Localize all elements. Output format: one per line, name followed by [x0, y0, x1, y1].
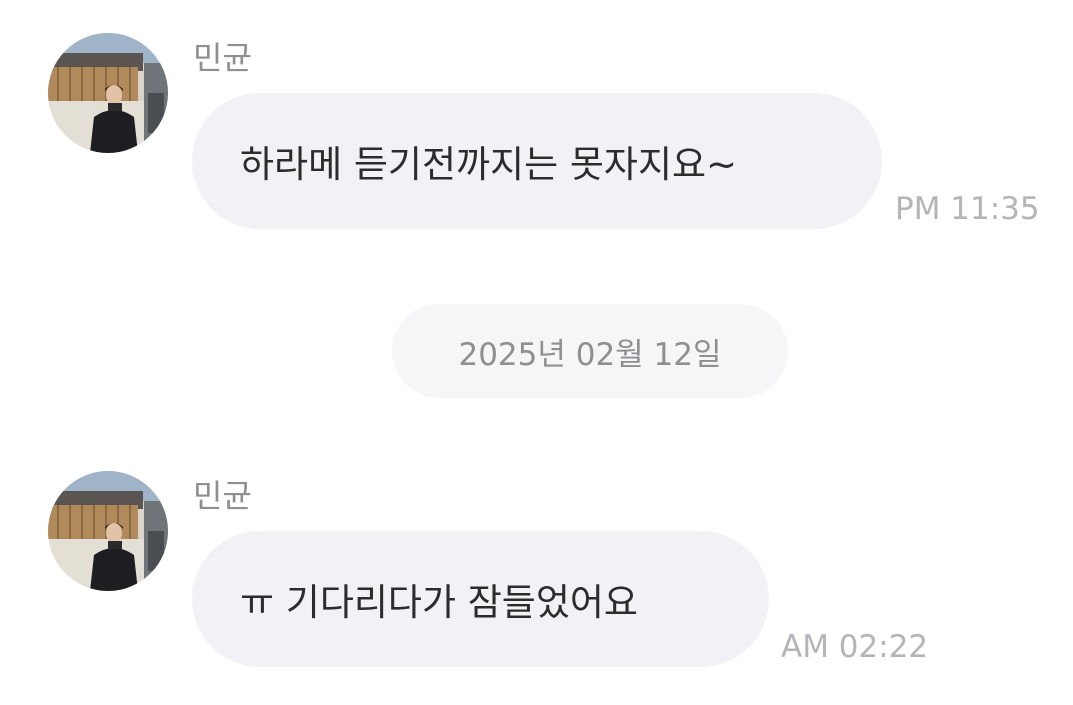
message-timestamp: AM 02:22: [781, 629, 929, 665]
date-separator: 2025년 02월 12일: [392, 304, 788, 398]
avatar[interactable]: [48, 471, 168, 591]
profile-photo-icon: [48, 33, 168, 153]
message-timestamp: PM 11:35: [895, 191, 1040, 227]
date-separator-text: 2025년 02월 12일: [458, 336, 722, 373]
message-text: 하라메 듣기전까지는 못자지요~: [240, 143, 738, 186]
message-text: ㅠ 기다리다가 잠들었어요: [240, 581, 638, 624]
message-bubble[interactable]: 하라메 듣기전까지는 못자지요~: [192, 93, 882, 229]
message-bubble[interactable]: ㅠ 기다리다가 잠들었어요: [192, 531, 769, 667]
sender-name: 민균: [193, 39, 252, 77]
avatar[interactable]: [48, 33, 168, 153]
profile-photo-icon: [48, 471, 168, 591]
sender-name: 민균: [193, 477, 252, 515]
